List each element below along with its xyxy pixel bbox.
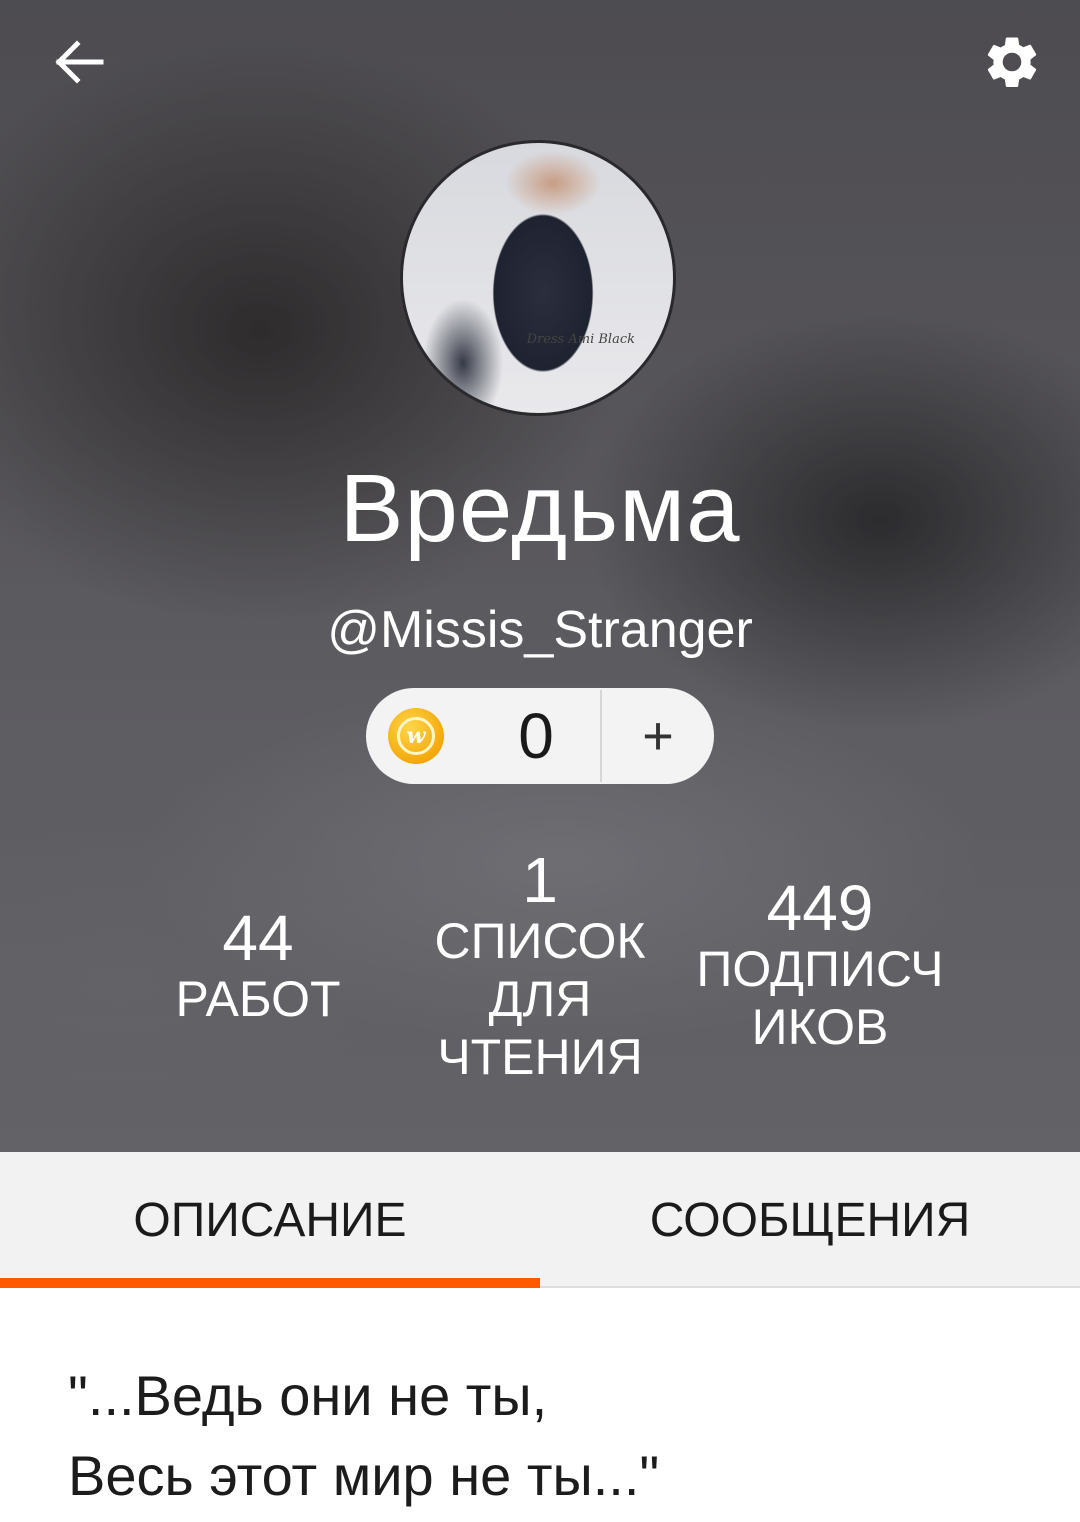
display-name: Вредьма: [339, 455, 741, 562]
stat-reading-lists[interactable]: 1 СПИСОК ДЛЯ ЧТЕНИЯ: [420, 848, 660, 1086]
tab-messages[interactable]: СООБЩЕНИЯ: [540, 1152, 1080, 1288]
active-tab-indicator: [0, 1278, 540, 1288]
profile-avatar[interactable]: Dress Ami Black: [400, 140, 676, 416]
reading-lists-label: СПИСОК ДЛЯ ЧТЕНИЯ: [434, 913, 646, 1085]
add-coins-button[interactable]: +: [602, 688, 714, 784]
coin-count: 0: [518, 700, 554, 772]
avatar-caption: Dress Ami Black: [526, 332, 635, 347]
works-count: 44: [222, 902, 294, 974]
arrow-left-icon: [55, 40, 104, 84]
coin-icon: w: [388, 708, 444, 764]
tab-description[interactable]: ОПИСАНИЕ: [0, 1152, 540, 1288]
gear-icon: [987, 37, 1037, 88]
settings-button[interactable]: [976, 26, 1048, 98]
stat-followers[interactable]: 449 ПОДПИСЧИКОВ: [690, 876, 950, 1056]
followers-count: 449: [766, 872, 874, 944]
stat-works[interactable]: 44 РАБОТ: [158, 906, 358, 1028]
coin-letter: w: [397, 717, 435, 755]
works-label: РАБОТ: [175, 971, 341, 1027]
coin-balance-pill: w 0 +: [366, 688, 714, 784]
back-button[interactable]: [44, 30, 114, 94]
pill-divider: [600, 690, 602, 782]
reading-lists-count: 1: [522, 844, 558, 916]
profile-description: "...Ведь они не ты, Весь этот мир не ты.…: [68, 1364, 660, 1507]
profile-tabs: ОПИСАНИЕ СООБЩЕНИЯ: [0, 1152, 1080, 1288]
username: @Missis_Stranger: [327, 601, 753, 659]
followers-label: ПОДПИСЧИКОВ: [696, 941, 944, 1055]
